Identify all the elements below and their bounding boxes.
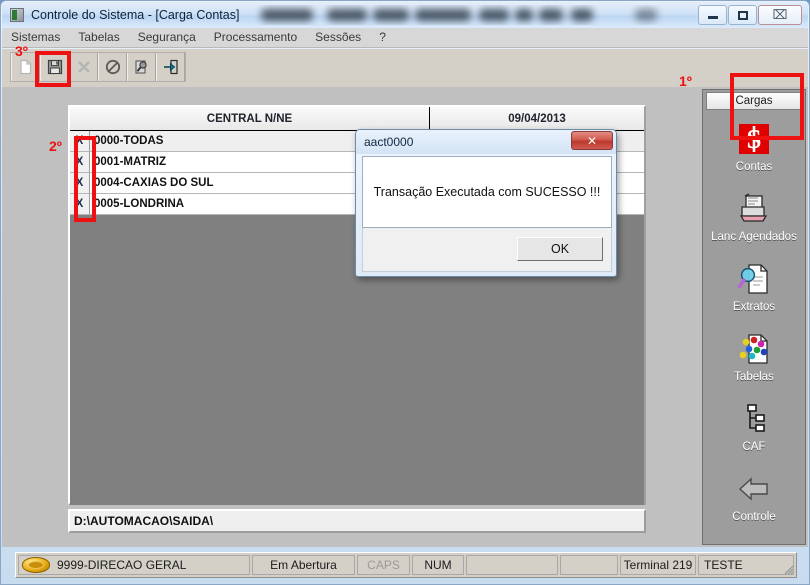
grid-header-row: CENTRAL N/NE 09/04/2013 xyxy=(70,107,644,131)
status-state-panel: Em Abertura xyxy=(252,555,355,575)
ok-button[interactable]: OK xyxy=(517,237,603,261)
dialog-footer: OK xyxy=(362,228,612,272)
dialog-body: Transação Executada com SUCESSO !!! xyxy=(362,156,612,228)
printer-document-icon xyxy=(736,190,772,228)
output-path-value: D:\AUTOMACAO\SAIDA\ xyxy=(74,514,214,528)
app-window-icon xyxy=(10,8,24,22)
grid-column-header-date[interactable]: 09/04/2013 xyxy=(430,107,644,130)
status-terminal-panel: Terminal 219 xyxy=(620,555,696,575)
menu-item-processamento[interactable]: Processamento xyxy=(205,28,306,47)
sidebar-item-label: Tabelas xyxy=(734,370,774,383)
annotation-box-step3 xyxy=(35,51,71,87)
status-empty-panel-1 xyxy=(466,555,558,575)
query-button[interactable] xyxy=(127,53,156,81)
magnifier-document-icon xyxy=(736,260,772,298)
sidebar-item-controle[interactable]: Controle xyxy=(703,462,805,530)
delete-button[interactable] xyxy=(69,53,98,81)
maximize-button[interactable] xyxy=(728,5,757,25)
statusbar: 9999-DIRECAO GERAL Em Abertura CAPS NUM … xyxy=(15,552,797,578)
close-button[interactable]: ⌧ xyxy=(758,5,802,25)
output-path-field[interactable]: D:\AUTOMACAO\SAIDA\ xyxy=(68,509,646,533)
status-caps-indicator: CAPS xyxy=(357,555,410,575)
tree-hierarchy-icon xyxy=(736,400,772,438)
sidebar-item-caf[interactable]: CAF xyxy=(703,392,805,460)
status-user-panel: 9999-DIRECAO GERAL xyxy=(18,555,250,575)
annotation-label-step1: 1º xyxy=(679,73,692,89)
status-empty-panel-2 xyxy=(560,555,618,575)
status-user-value: 9999-DIRECAO GERAL xyxy=(57,558,187,572)
cargas-sidebar: Cargas S Contas xyxy=(702,89,806,545)
sidebar-item-lanc-agendados[interactable]: Lanc Agendados xyxy=(703,182,805,250)
close-icon: ✕ xyxy=(586,133,598,148)
title-bar: Controle do Sistema - [Carga Contas] ⌧ xyxy=(2,2,808,28)
key-magnifier-icon xyxy=(134,60,147,74)
sidebar-item-label: Extratos xyxy=(732,300,776,313)
resize-grip-icon[interactable] xyxy=(782,563,794,575)
back-arrow-icon xyxy=(736,470,772,508)
x-cross-icon xyxy=(77,61,90,73)
exit-button[interactable] xyxy=(156,53,185,81)
annotation-label-step2: 2º xyxy=(49,138,62,154)
minimize-button[interactable] xyxy=(698,5,727,25)
menu-item-seguranca[interactable]: Segurança xyxy=(129,28,205,47)
sidebar-item-label: CAF xyxy=(742,440,766,453)
window-controls: ⌧ xyxy=(697,5,802,25)
menu-item-sessoes[interactable]: Sessões xyxy=(306,28,370,47)
sidebar-item-label: Lanc Agendados xyxy=(711,230,797,243)
annotation-label-step3: 3º xyxy=(15,43,28,59)
new-document-icon xyxy=(19,59,31,75)
cancel-button[interactable] xyxy=(98,53,127,81)
prohibited-circle-icon xyxy=(105,59,120,75)
dialog-close-button[interactable]: ✕ xyxy=(571,131,613,150)
gold-coin-icon xyxy=(22,557,50,573)
status-environment-panel: TESTE xyxy=(698,555,794,575)
annotation-box-step2 xyxy=(74,136,96,222)
status-num-indicator: NUM xyxy=(412,555,464,575)
menu-item-sistemas[interactable]: Sistemas xyxy=(2,28,69,47)
success-dialog: aact0000 ✕ Transação Executada com SUCES… xyxy=(355,129,617,277)
close-icon: ⌧ xyxy=(772,7,788,22)
menu-item-tabelas[interactable]: Tabelas xyxy=(69,28,128,47)
annotation-box-step1 xyxy=(730,73,804,140)
dialog-title: aact0000 xyxy=(364,135,414,149)
dialog-message: Transação Executada com SUCESSO !!! xyxy=(373,185,601,199)
sidebar-item-extratos[interactable]: Extratos xyxy=(703,252,805,320)
menubar: Sistemas Tabelas Segurança Processamento… xyxy=(2,28,808,48)
sidebar-item-label: Contas xyxy=(735,160,773,173)
window-title: Controle do Sistema - [Carga Contas] xyxy=(31,8,240,22)
sidebar-item-label: Controle xyxy=(732,510,776,523)
exit-door-icon xyxy=(163,59,178,75)
menu-item-help[interactable]: ? xyxy=(370,28,395,47)
dialog-title-bar: aact0000 ✕ xyxy=(356,130,616,154)
redacted-title-region xyxy=(243,5,697,25)
colored-nodes-document-icon xyxy=(736,330,772,368)
sidebar-item-tabelas[interactable]: Tabelas xyxy=(703,322,805,390)
grid-column-header-central[interactable]: CENTRAL N/NE xyxy=(70,107,430,130)
application-window: Controle do Sistema - [Carga Contas] ⌧ S… xyxy=(0,0,810,585)
